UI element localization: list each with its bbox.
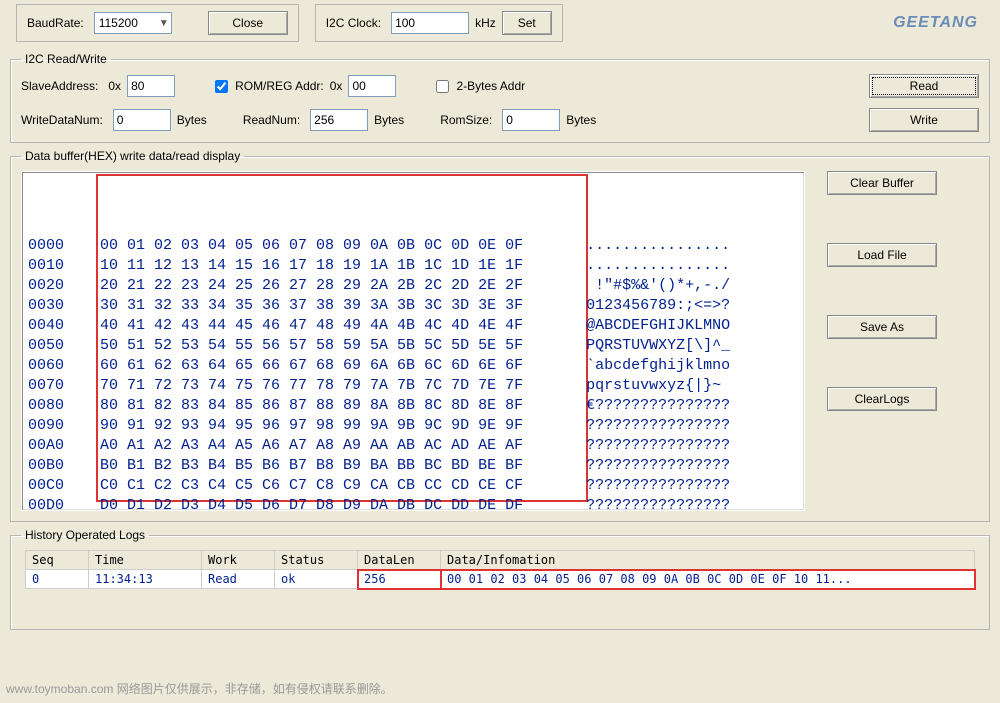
history-logs-group: History Operated Logs Seq Time Work Stat…: [10, 528, 990, 630]
baud-label: BaudRate:: [27, 16, 84, 30]
bytes-label-2: Bytes: [374, 113, 404, 127]
write-button[interactable]: Write: [869, 108, 979, 132]
baud-panel: BaudRate: 115200 ▼ Close: [16, 4, 299, 42]
baud-select[interactable]: 115200 ▼: [94, 12, 172, 34]
slave-addr-label: SlaveAddress:: [21, 79, 98, 93]
col-seq[interactable]: Seq: [26, 551, 89, 570]
two-bytes-check-input[interactable]: [436, 80, 449, 93]
history-logs-legend: History Operated Logs: [21, 528, 149, 542]
close-button[interactable]: Close: [208, 11, 288, 35]
data-buffer-legend: Data buffer(HEX) write data/read display: [21, 149, 244, 163]
watermark-text: www.toymoban.com 网络图片仅供展示，非存储，如有侵权请联系删除。: [6, 680, 393, 697]
two-bytes-label: 2-Bytes Addr: [456, 79, 525, 93]
i2c-clock-unit: kHz: [475, 16, 496, 30]
rom-size-input[interactable]: [502, 109, 560, 131]
col-work[interactable]: Work: [202, 551, 275, 570]
two-bytes-checkbox[interactable]: 2-Bytes Addr: [432, 77, 525, 96]
i2c-clock-label: I2C Clock:: [326, 16, 381, 30]
cell-seq: 0: [26, 570, 89, 589]
read-num-label: ReadNum:: [243, 113, 300, 127]
ox-prefix-1: 0x: [108, 79, 121, 93]
i2c-clock-input[interactable]: [391, 12, 469, 34]
hex-viewer[interactable]: 0000 00 01 02 03 04 05 06 07 08 09 0A 0B…: [21, 171, 805, 511]
rom-size-label: RomSize:: [440, 113, 492, 127]
log-table: Seq Time Work Status DataLen Data/Infoma…: [25, 550, 975, 589]
data-buffer-group: Data buffer(HEX) write data/read display…: [10, 149, 990, 522]
i2c-rw-legend: I2C Read/Write: [21, 52, 111, 66]
cell-work: Read: [202, 570, 275, 589]
baud-value: 115200: [99, 16, 138, 30]
clear-logs-button[interactable]: ClearLogs: [827, 387, 937, 411]
cell-time: 11:34:13: [89, 570, 202, 589]
rom-addr-label: ROM/REG Addr:: [235, 79, 324, 93]
i2c-rw-group: I2C Read/Write SlaveAddress: 0x ROM/REG …: [10, 52, 990, 143]
write-data-num-input[interactable]: [113, 109, 171, 131]
read-button[interactable]: Read: [869, 74, 979, 98]
clear-buffer-button[interactable]: Clear Buffer: [827, 171, 937, 195]
save-as-button[interactable]: Save As: [827, 315, 937, 339]
rom-addr-input[interactable]: [348, 75, 396, 97]
brand-logo: GEETANG: [893, 14, 990, 32]
col-time[interactable]: Time: [89, 551, 202, 570]
col-data[interactable]: Data/Infomation: [441, 551, 975, 570]
read-num-input[interactable]: [310, 109, 368, 131]
rom-addr-checkbox[interactable]: ROM/REG Addr:: [211, 77, 324, 96]
write-data-num-label: WriteDataNum:: [21, 113, 103, 127]
chevron-down-icon: ▼: [159, 18, 169, 29]
rom-addr-check-input[interactable]: [215, 80, 228, 93]
i2c-clock-panel: I2C Clock: kHz Set: [315, 4, 563, 42]
cell-data: 00 01 02 03 04 05 06 07 08 09 0A 0B 0C 0…: [441, 570, 975, 589]
slave-addr-input[interactable]: [127, 75, 175, 97]
col-status[interactable]: Status: [275, 551, 358, 570]
set-button[interactable]: Set: [502, 11, 552, 35]
table-row[interactable]: 0 11:34:13 Read ok 256 00 01 02 03 04 05…: [26, 570, 975, 589]
cell-datalen: 256: [358, 570, 441, 589]
bytes-label-1: Bytes: [177, 113, 207, 127]
bytes-label-3: Bytes: [566, 113, 596, 127]
cell-status: ok: [275, 570, 358, 589]
ox-prefix-2: 0x: [330, 79, 343, 93]
col-datalen[interactable]: DataLen: [358, 551, 441, 570]
load-file-button[interactable]: Load File: [827, 243, 937, 267]
